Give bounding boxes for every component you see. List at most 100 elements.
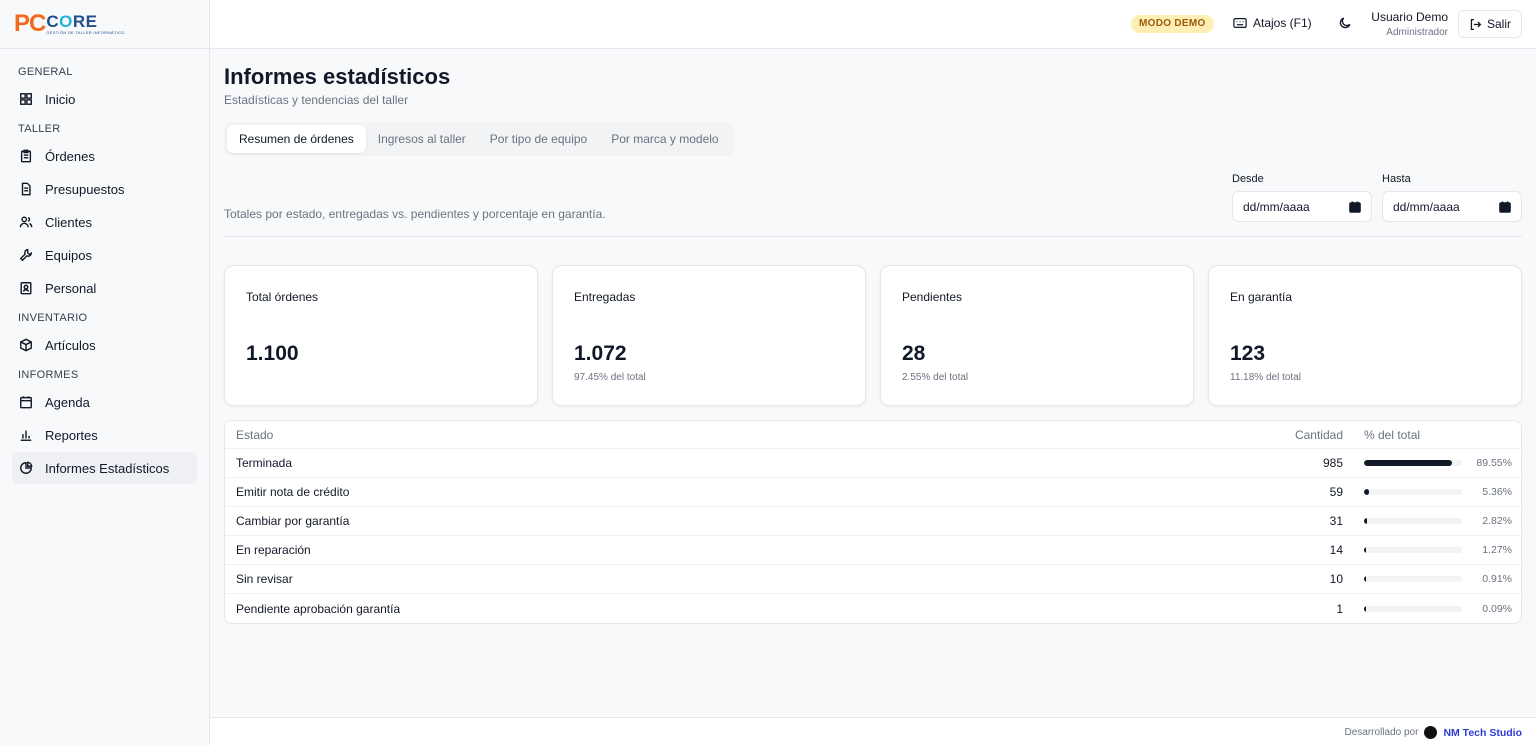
card-subtext: 11.18% del total (1230, 372, 1301, 383)
nav-section-taller: TALLER (18, 123, 61, 135)
pct-bar-fill (1364, 518, 1367, 524)
calendar-icon (18, 394, 34, 410)
user-menu[interactable]: Usuario Demo Administrador (1350, 10, 1448, 40)
pct-bar (1364, 489, 1462, 495)
table-row: Pendiente aprobación garantía 1 0.09% (225, 594, 1521, 623)
cell-estado: Cambiar por garantía (236, 514, 350, 528)
sidebar-item-label: Equipos (45, 247, 92, 263)
logout-icon (1470, 18, 1482, 30)
header-pct: % del total (1364, 427, 1421, 442)
sidebar-item-personal[interactable]: Personal (12, 272, 197, 304)
logout-label: Salir (1486, 17, 1511, 31)
shortcuts-label: Atajos (F1) (1253, 16, 1312, 30)
card-value: 1.100 (246, 342, 299, 365)
sidebar: PC CORE GESTIÓN DE TALLER INFORMÁTICO GE… (0, 0, 210, 745)
date-from-group: Desde dd/mm/aaaa (1232, 173, 1372, 222)
sidebar-item-label: Agenda (45, 394, 90, 410)
sidebar-item-label: Órdenes (45, 148, 95, 164)
app-logo[interactable]: PC CORE GESTIÓN DE TALLER INFORMÁTICO (0, 0, 209, 49)
cell-estado: Terminada (236, 456, 293, 470)
tab-2[interactable]: Por tipo de equipo (478, 125, 599, 153)
card-label: Entregadas (574, 290, 636, 304)
sidebar-item-equipos[interactable]: Equipos (12, 239, 197, 271)
page-title: Informes estadísticos (224, 64, 451, 89)
user-role: Administrador (1386, 27, 1448, 38)
demo-mode-badge: MODO DEMO (1131, 15, 1214, 33)
status-table: Estado Cantidad % del total Terminada 985… (224, 420, 1522, 624)
summary-card: En garantía 123 11.18% del total (1208, 265, 1522, 406)
sidebar-item-clientes[interactable]: Clientes (12, 206, 197, 238)
sidebar-item-label: Reportes (45, 427, 98, 443)
cell-pct: 5.36% (1343, 486, 1521, 498)
table-row: Terminada 985 89.55% (225, 449, 1521, 478)
pct-bar (1364, 518, 1462, 524)
pct-bar-fill (1364, 460, 1452, 466)
card-value: 123 (1230, 342, 1266, 365)
card-subtext: 2.55% del total (902, 372, 969, 383)
report-tabs: Resumen de órdenes Ingresos al taller Por … (224, 122, 734, 156)
sidebar-item-presupuestos[interactable]: Presupuestos (12, 173, 197, 205)
date-to-input[interactable]: dd/mm/aaaa (1382, 191, 1522, 222)
table-row: Emitir nota de crédito 59 5.36% (225, 478, 1521, 507)
pct-text: 89.55% (1476, 457, 1512, 469)
date-to-group: Hasta dd/mm/aaaa (1382, 173, 1522, 222)
report-description: Totales por estado, entregadas vs. pendi… (224, 207, 606, 221)
sidebar-item-label: Presupuestos (45, 181, 125, 197)
footer: Desarrollado por NM Tech Studio (210, 717, 1536, 745)
pct-bar-fill (1364, 547, 1366, 553)
sidebar-nav: GENERAL Inicio TALLER Órdenes Presupuestos Cl… (0, 49, 209, 495)
pie-chart-icon (18, 460, 34, 476)
cell-cantidad: 1 (1336, 601, 1343, 616)
cell-cantidad: 59 (1329, 485, 1343, 499)
sidebar-item-articulos[interactable]: Artículos (12, 329, 197, 361)
tab-0[interactable]: Resumen de órdenes (227, 125, 366, 153)
id-badge-icon (18, 280, 34, 296)
pct-text: 1.27% (1482, 544, 1512, 556)
users-icon (18, 214, 34, 230)
sidebar-item-reportes[interactable]: Reportes (12, 419, 197, 451)
header-estado: Estado (236, 427, 274, 442)
box-icon (18, 337, 34, 353)
sidebar-item-agenda[interactable]: Agenda (12, 386, 197, 418)
card-label: Total órdenes (246, 290, 319, 304)
cell-estado: Emitir nota de crédito (236, 485, 350, 499)
logout-button[interactable]: Salir (1458, 10, 1522, 38)
divider (224, 236, 1522, 237)
developer-brand-link[interactable]: NM Tech Studio (1443, 727, 1522, 739)
table-header: Estado Cantidad % del total (225, 421, 1521, 449)
card-label: En garantía (1230, 290, 1293, 304)
cell-pct: 89.55% (1343, 457, 1521, 469)
card-value: 1.072 (574, 342, 627, 365)
pct-text: 2.82% (1482, 515, 1512, 527)
sidebar-item-label: Artículos (45, 337, 96, 353)
card-label: Pendientes (902, 290, 963, 304)
cell-estado: En reparación (236, 543, 311, 557)
user-name: Usuario Demo (1371, 10, 1448, 24)
sidebar-item-inicio[interactable]: Inicio (12, 83, 197, 115)
sidebar-item-informes-estadisticos[interactable]: Informes Estadísticos (12, 452, 197, 484)
pct-bar-fill (1364, 576, 1366, 582)
grid-icon (18, 91, 34, 107)
nav-section-general: GENERAL (18, 66, 73, 78)
sidebar-item-label: Informes Estadísticos (45, 460, 170, 476)
wrench-icon (18, 247, 34, 263)
summary-cards: Total órdenes 1.100 Entregadas 1.072 97.45% … (224, 265, 1522, 406)
cell-cantidad: 14 (1329, 543, 1343, 557)
cell-estado: Sin revisar (236, 572, 293, 586)
card-value: 28 (902, 342, 926, 365)
date-from-input[interactable]: dd/mm/aaaa (1232, 191, 1372, 222)
pct-bar-fill (1364, 489, 1370, 495)
calendar-icon (1349, 201, 1361, 213)
developed-by-label: Desarrollado por (1344, 727, 1419, 738)
shortcuts-button[interactable]: Atajos (F1) (1233, 16, 1312, 30)
tab-3[interactable]: Por marca y modelo (599, 125, 730, 153)
cell-pct: 0.09% (1343, 603, 1521, 615)
footer-credit: Desarrollado por NM Tech Studio (1344, 726, 1522, 739)
tab-1[interactable]: Ingresos al taller (366, 125, 478, 153)
logo-pc: PC (14, 10, 46, 37)
page-subtitle: Estadísticas y tendencias del taller (224, 93, 409, 107)
main-content: Informes estadísticos Estadísticas y ten… (210, 49, 1536, 717)
clipboard-icon (18, 148, 34, 164)
sidebar-item-ordenes[interactable]: Órdenes (12, 140, 197, 172)
cell-cantidad: 10 (1329, 572, 1343, 586)
